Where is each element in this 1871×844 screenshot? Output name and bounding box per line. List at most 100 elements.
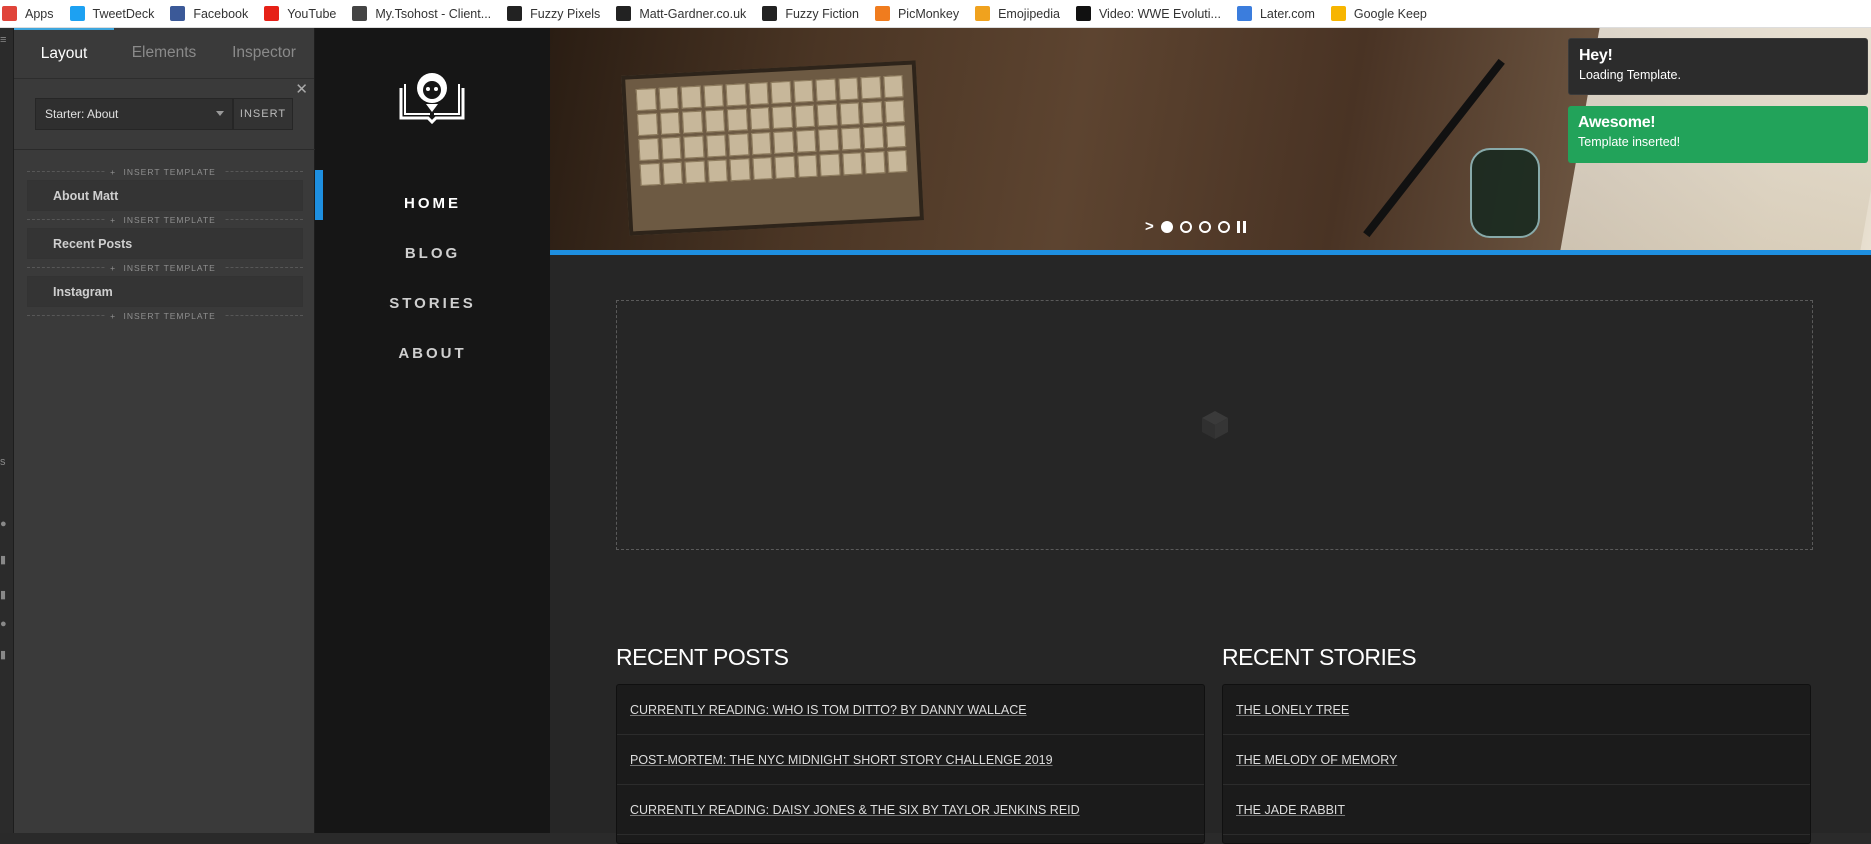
post-link[interactable]: POST-MORTEM: THE NYC MIDNIGHT SHORT STOR…	[617, 735, 1204, 785]
bookmark-label: Fuzzy Pixels	[530, 6, 601, 21]
bookmark-label: Google Keep	[1353, 6, 1427, 21]
bookmark-matt-gardner[interactable]: Matt-Gardner.co.uk	[616, 6, 746, 21]
bookmark-google-keep[interactable]: Google Keep	[1330, 6, 1427, 21]
fuzzy-pixels-icon	[507, 6, 523, 21]
bookmark-label: Matt-Gardner.co.uk	[639, 6, 747, 21]
insert-template-link[interactable]: + INSERT TEMPLATE	[27, 259, 303, 276]
pause-icon[interactable]	[1236, 220, 1246, 233]
recent-stories-title: RECENT STORIES	[1222, 644, 1417, 670]
template-select-value: Starter: About	[45, 107, 119, 121]
matt-gardner-icon	[616, 6, 632, 21]
menu-icon[interactable]: ≡	[0, 34, 6, 46]
strip-icon[interactable]: ▮	[0, 553, 6, 566]
template-item[interactable]: Recent Posts	[27, 228, 303, 259]
bookmark-fuzzy-pixels[interactable]: Fuzzy Pixels	[507, 6, 600, 21]
bookmark-picmonkey[interactable]: PicMonkey	[874, 6, 959, 21]
tab-inspector[interactable]: Inspector	[214, 28, 314, 78]
post-link[interactable]: CURRENTLY READING: DAISY JONES & THE SIX…	[617, 785, 1204, 835]
cube-icon	[1201, 411, 1228, 439]
bookmark-label: Later.com	[1259, 6, 1315, 21]
insert-template-link[interactable]: + INSERT TEMPLATE	[27, 211, 303, 228]
nav-blog[interactable]: BLOG	[315, 243, 550, 293]
close-icon[interactable]: ✕	[295, 80, 308, 98]
wwe-icon	[1075, 6, 1091, 21]
strip-icon[interactable]: ●	[0, 618, 7, 630]
template-item[interactable]: Instagram	[27, 276, 303, 307]
toast-message: Template inserted!	[1578, 135, 1681, 149]
slider-dot[interactable]	[1217, 220, 1230, 233]
bookmark-label: Fuzzy Fiction	[785, 6, 859, 21]
left-tool-strip: ≡ s ● ▮ ▮ ● ▮	[0, 28, 14, 833]
toast-success[interactable]: Awesome! Template inserted!	[1568, 106, 1868, 163]
slider-dot[interactable]	[1160, 220, 1173, 233]
site-nav: HOME BLOG STORIES ABOUT	[315, 193, 550, 393]
template-select[interactable]: Starter: About	[35, 98, 233, 130]
site-sidebar: HOME BLOG STORIES ABOUT	[315, 28, 550, 833]
template-select-row: Starter: About INSERT	[35, 98, 293, 130]
nav-home[interactable]: HOME	[315, 193, 550, 243]
toast-title: Awesome!	[1578, 114, 1656, 131]
post-link[interactable]: CURRENTLY READING: WHO IS TOM DITTO? BY …	[617, 685, 1204, 735]
tab-elements[interactable]: Elements	[114, 28, 214, 78]
insert-template-label: INSERT TEMPLATE	[119, 166, 220, 177]
recent-stories-list: THE LONELY TREE THE MELODY OF MEMORY THE…	[1222, 684, 1811, 844]
hero-accent-border	[550, 250, 1871, 255]
template-item[interactable]: About Matt	[27, 180, 303, 211]
bookmark-youtube[interactable]: YouTube	[264, 6, 336, 21]
nav-stories[interactable]: STORIES	[315, 293, 550, 343]
google-keep-icon	[1330, 6, 1346, 21]
bookmark-fuzzy-fiction[interactable]: Fuzzy Fiction	[762, 6, 859, 21]
toast-title: Hey!	[1579, 47, 1613, 64]
template-list: + INSERT TEMPLATE About Matt + INSERT TE…	[27, 163, 303, 324]
bookmark-emojipedia[interactable]: Emojipedia	[975, 6, 1060, 21]
insert-button[interactable]: INSERT	[233, 98, 293, 130]
fuzzy-fiction-icon	[762, 6, 778, 21]
story-link[interactable]: THE JADE RABBIT	[1223, 785, 1810, 835]
chevron-down-icon	[216, 111, 224, 116]
bookmark-label: TweetDeck	[92, 6, 155, 21]
story-link[interactable]: THE LONELY TREE	[1223, 685, 1810, 735]
tab-layout[interactable]: Layout	[14, 28, 114, 78]
slider-controls: >	[1145, 218, 1246, 235]
recent-posts-list: CURRENTLY READING: WHO IS TOM DITTO? BY …	[616, 684, 1205, 844]
slider-dot[interactable]	[1179, 220, 1192, 233]
story-link[interactable]: THE MELODY OF MEMORY	[1223, 735, 1810, 785]
strip-icon[interactable]: s	[0, 456, 6, 468]
tabs-divider	[14, 78, 314, 79]
nav-about[interactable]: ABOUT	[315, 343, 550, 393]
strip-icon[interactable]: ▮	[0, 648, 6, 661]
panel-divider	[14, 149, 315, 150]
bookmark-apps[interactable]: Apps	[2, 6, 54, 21]
tweetdeck-icon	[69, 6, 85, 21]
active-nav-indicator	[315, 170, 323, 220]
typewriter-keys-image	[621, 60, 924, 236]
bookmark-label: My.Tsohost - Client...	[375, 6, 492, 21]
insert-template-link[interactable]: + INSERT TEMPLATE	[27, 307, 303, 324]
youtube-icon	[264, 6, 280, 21]
toast-loading[interactable]: Hey! Loading Template.	[1568, 38, 1868, 95]
bookmarks-bar: Apps TweetDeck Facebook YouTube My.Tsohost -…	[0, 0, 1871, 28]
chevron-right-icon[interactable]: >	[1145, 218, 1154, 235]
facebook-icon	[170, 6, 186, 21]
bookmark-later[interactable]: Later.com	[1236, 6, 1315, 21]
insert-template-label: INSERT TEMPLATE	[119, 310, 220, 321]
insert-template-label: INSERT TEMPLATE	[119, 214, 220, 225]
slider-dot[interactable]	[1198, 220, 1211, 233]
insert-template-link[interactable]: + INSERT TEMPLATE	[27, 163, 303, 180]
bookmark-label: Facebook	[193, 6, 249, 21]
bookmark-label: Emojipedia	[998, 6, 1060, 21]
bookmark-wwe[interactable]: Video: WWE Evoluti...	[1075, 6, 1221, 21]
bookmark-tweetdeck[interactable]: TweetDeck	[69, 6, 155, 21]
insert-template-label: INSERT TEMPLATE	[119, 262, 220, 273]
later-icon	[1236, 6, 1252, 21]
tsohost-icon	[352, 6, 368, 21]
toast-message: Loading Template.	[1579, 68, 1681, 82]
strip-icon[interactable]: ▮	[0, 588, 6, 601]
bookmark-label: Video: WWE Evoluti...	[1098, 6, 1221, 21]
bookmark-facebook[interactable]: Facebook	[170, 6, 248, 21]
editor-tabs: Layout Elements Inspector	[14, 28, 314, 78]
empty-block-dropzone[interactable]	[616, 300, 1813, 550]
bookmark-tsohost[interactable]: My.Tsohost - Client...	[352, 6, 491, 21]
book-logo-icon[interactable]	[397, 68, 467, 124]
strip-icon[interactable]: ●	[0, 518, 7, 530]
